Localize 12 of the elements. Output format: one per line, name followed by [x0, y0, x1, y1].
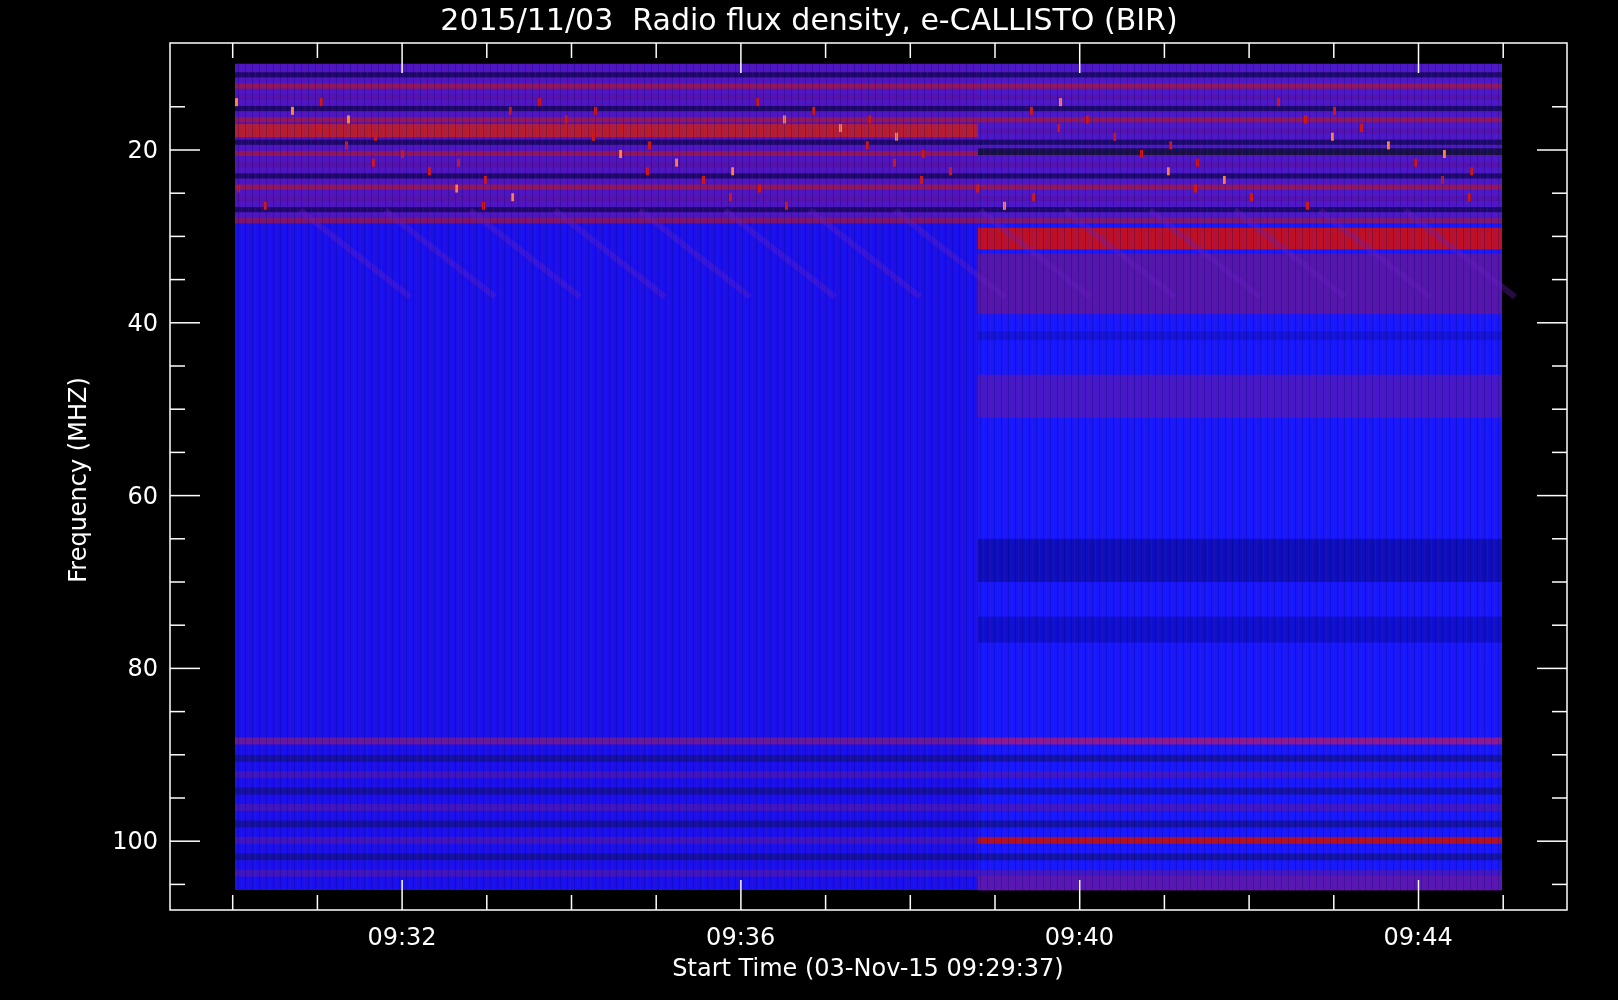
y-tick-label: 60 — [127, 481, 158, 510]
y-axis-label: Frequency (MHZ) — [64, 377, 92, 583]
x-axis-label: Start Time (03-Nov-15 09:29:37) — [672, 954, 1064, 982]
x-tick-label: 09:40 — [1044, 923, 1114, 951]
y-tick-label: 20 — [127, 136, 158, 164]
x-tick-label: 09:36 — [706, 923, 776, 951]
y-tick-label: 100 — [112, 827, 158, 856]
y-tick-label: 80 — [127, 654, 158, 683]
x-tick-label: 09:44 — [1383, 923, 1453, 951]
y-tick-label: 40 — [127, 308, 158, 337]
chart-title: 2015/11/03 Radio flux density, e-CALLISTO (BIR) — [440, 2, 1178, 37]
x-tick-label: 09:32 — [367, 923, 437, 951]
